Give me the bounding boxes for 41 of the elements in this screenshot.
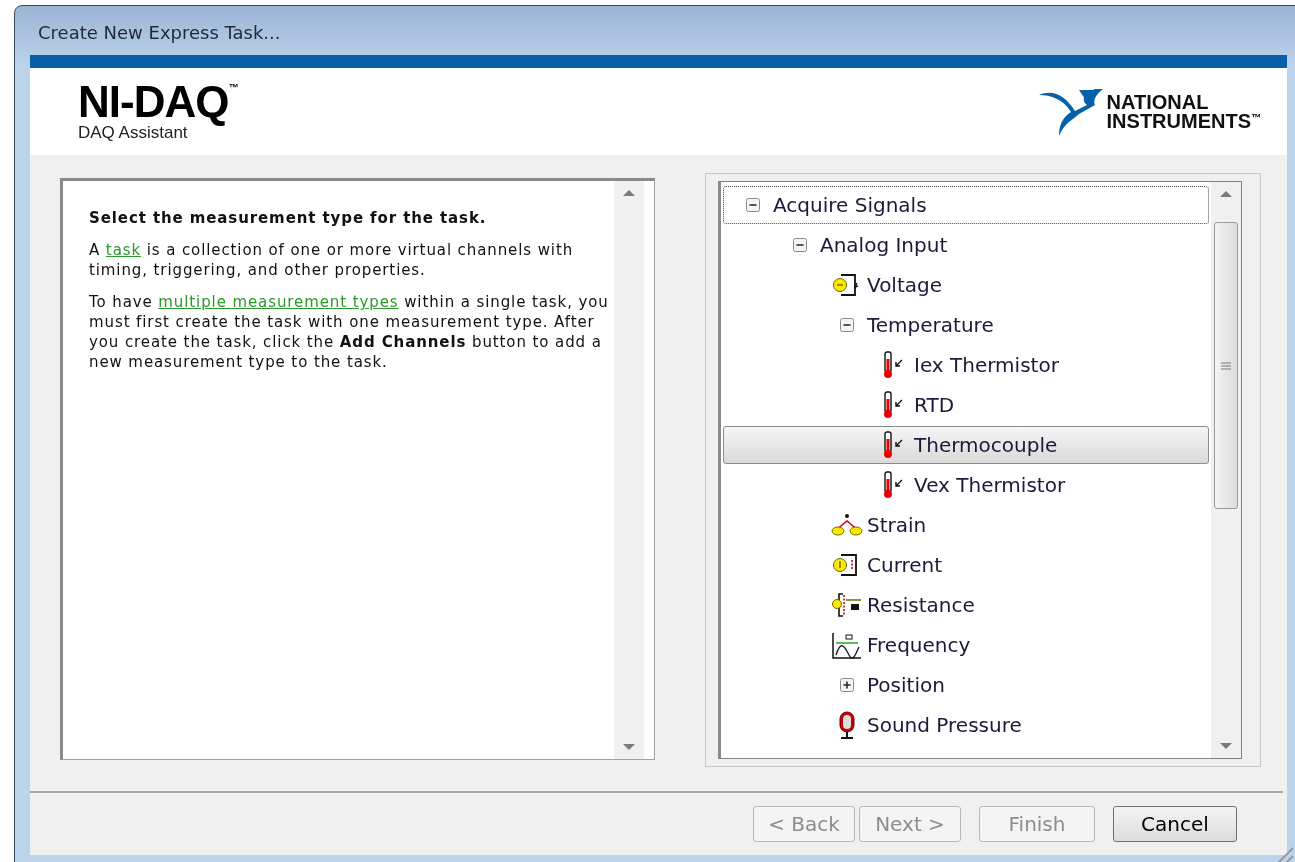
tree-item[interactable]: Analog Input	[723, 226, 1209, 264]
help-link[interactable]: task	[105, 241, 142, 259]
help-heading: Select the measurement type for the task.	[89, 208, 488, 228]
tree-item[interactable]: Strain	[723, 506, 1209, 544]
tree-item[interactable]: Resistance	[723, 586, 1209, 624]
tree-item[interactable]: Current	[723, 546, 1209, 584]
eagle-logo-icon	[1038, 86, 1105, 137]
collapse-icon[interactable]	[840, 318, 854, 332]
resistor-circuit-icon	[831, 591, 863, 619]
scrollbar[interactable]	[614, 181, 644, 759]
tree-item[interactable]: Vex Thermistor	[723, 466, 1209, 504]
brand-name: INSTRUMENTS	[1106, 111, 1251, 131]
help-text: To have multiple measurement types within a single task, you must first create the task with one measurement type. After you create the task, click the Add Channels button to add a new measurement type to the task.	[89, 292, 610, 372]
grip-icon	[1221, 361, 1231, 370]
scrollbar[interactable]	[1211, 182, 1241, 758]
scroll-up-arrow-icon[interactable]	[623, 189, 635, 196]
strain-gauge-icon	[831, 513, 863, 537]
tree-item[interactable]: Voltage	[723, 266, 1209, 304]
wizard-button[interactable]: Cancel	[1113, 806, 1237, 842]
tree-item[interactable]: RTD	[723, 386, 1209, 424]
tree-item[interactable]: Thermocouple	[723, 426, 1209, 464]
collapse-icon[interactable]	[746, 198, 760, 212]
tree-item[interactable]: Sound Pressure	[723, 706, 1209, 744]
brand-name: NATIONAL	[1106, 92, 1210, 112]
expand-icon[interactable]	[840, 678, 854, 692]
tree-item[interactable]: Iex Thermistor	[723, 346, 1209, 384]
scroll-down-arrow-icon[interactable]	[1220, 743, 1232, 750]
help-link[interactable]: multiple measurement types	[158, 293, 399, 311]
waveform-chart-icon	[831, 631, 863, 659]
tree-item[interactable]: Temperature	[723, 306, 1209, 344]
trademark-mark: ™	[228, 81, 239, 93]
product-subtitle: DAQ Assistant	[78, 123, 188, 142]
tree-item[interactable]: Position	[723, 666, 1209, 704]
window-title: Create New Express Task...	[38, 22, 281, 43]
help-text: A task is a collection of one or more virtual channels with timing, triggering, and other properties.	[89, 240, 575, 280]
scroll-thumb[interactable]	[1214, 222, 1238, 509]
scroll-up-arrow-icon[interactable]	[1220, 190, 1232, 197]
scroll-down-arrow-icon[interactable]	[623, 744, 635, 751]
tree-item[interactable]: Frequency	[723, 626, 1209, 664]
collapse-icon[interactable]	[793, 238, 807, 252]
trademark-mark: ™	[1251, 111, 1261, 123]
